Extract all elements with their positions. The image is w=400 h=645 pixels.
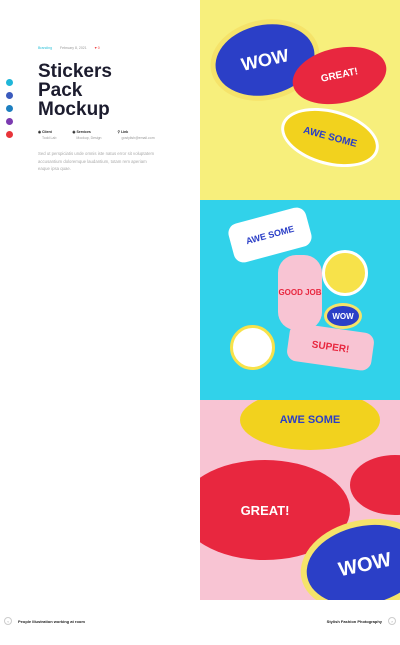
category-link[interactable]: Branding xyxy=(38,46,52,50)
good-job-sticker: GOOD JOB xyxy=(278,255,322,330)
like-count: 0 xyxy=(97,46,100,50)
description: Sed ut perspiciatis unde omnis iste natu… xyxy=(38,151,155,171)
linkedin-icon[interactable] xyxy=(6,105,13,112)
sticker-text: AWE SOME xyxy=(244,223,296,247)
info-link[interactable]: gostylish@email.com xyxy=(118,136,155,140)
sticker-text: WOW xyxy=(336,548,394,581)
awesome-sticker: AWE SOME xyxy=(240,400,380,450)
info-label: Services xyxy=(76,130,91,134)
page-title: Stickers Pack Mockup xyxy=(38,62,158,119)
info-value: Mockup, Design xyxy=(76,136,102,140)
instagram-icon[interactable] xyxy=(6,118,13,125)
social-share xyxy=(6,79,13,138)
sticker-text: GOOD JOB xyxy=(278,288,322,297)
sticker-text: GREAT! xyxy=(240,502,290,518)
title-line: Pack xyxy=(38,80,83,101)
post-date: February 8, 2021 xyxy=(60,46,87,50)
gallery-image-3: AWE SOME GREAT! WOW xyxy=(200,400,400,600)
gallery-image-2: AWE SOME GOOD JOB WOW SUPER! xyxy=(200,200,400,400)
info-label: Client xyxy=(42,130,52,134)
prev-post-title: People Illustration working at room xyxy=(18,618,85,624)
info-label: Link xyxy=(121,130,129,134)
gallery-image-1: WOW GREAT! AWE SOME xyxy=(200,0,400,200)
arrow-left-icon: ‹ xyxy=(4,617,12,625)
next-post-link[interactable]: Stylish Fashion Photography › xyxy=(327,617,396,625)
smiley-sticker xyxy=(322,250,368,296)
twitter-icon[interactable] xyxy=(6,79,13,86)
next-post-title: Stylish Fashion Photography xyxy=(326,618,382,624)
sticker-text: WOW xyxy=(239,44,291,75)
arrow-right-icon: › xyxy=(388,617,396,625)
post-details: Branding February 8, 2021 ♥ 0 Stickers P… xyxy=(38,46,158,173)
great-sticker-2 xyxy=(350,455,400,515)
project-info: ◉ Client Todd Lab ◉ Services Mockup, Desig… xyxy=(38,130,158,140)
pinterest-icon[interactable] xyxy=(6,131,13,138)
wow-sticker: WOW xyxy=(324,303,362,329)
super-sticker: SUPER! xyxy=(285,322,376,372)
sticker-text: AWE SOME xyxy=(279,414,341,426)
sticker-text: GREAT! xyxy=(319,66,360,85)
awesome-sticker: AWE SOME xyxy=(274,97,386,178)
facebook-icon[interactable] xyxy=(6,92,13,99)
sticker-text: SUPER! xyxy=(311,338,350,356)
title-line: Stickers xyxy=(38,61,112,82)
egg-sticker xyxy=(230,325,275,370)
sticker-text: AWE SOME xyxy=(301,125,358,150)
title-line: Mockup xyxy=(38,99,110,120)
prev-post-link[interactable]: ‹ People Illustration working at room xyxy=(4,617,85,625)
info-value: Todd Lab xyxy=(42,136,57,140)
like-button[interactable]: ♥ 0 xyxy=(95,46,100,50)
sticker-text: WOW xyxy=(332,311,354,321)
